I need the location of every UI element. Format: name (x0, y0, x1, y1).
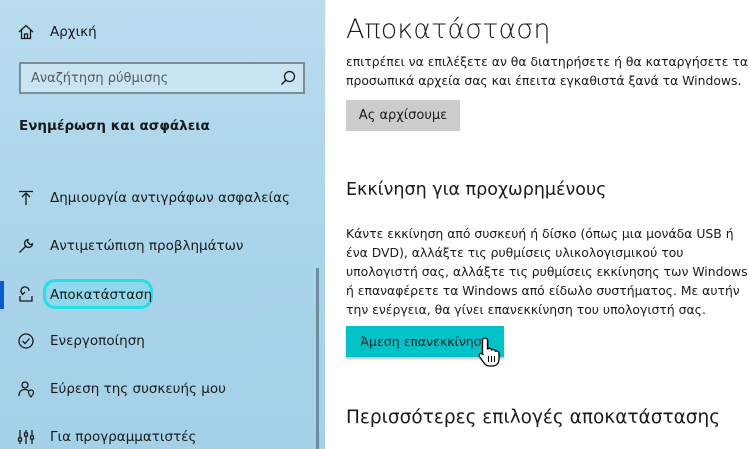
sidebar-item-troubleshoot[interactable]: Αντιμετώπιση προβλημάτων (0, 231, 316, 261)
sidebar-item-label: Δημιουργία αντιγράφων ασφαλείας (50, 190, 290, 206)
search-box (19, 62, 305, 94)
advanced-description-line: την ενέργεια, θα γίνει επανεκκίνηση του … (346, 302, 706, 317)
reset-description-line: επιτρέπει να επιλέξετε αν θα διατηρήσετε… (346, 54, 749, 69)
more-recovery-options-heading[interactable]: Περισσότερες επιλογές αποκατάστασης (346, 407, 720, 428)
sidebar-item-home[interactable]: Αρχική (0, 17, 316, 47)
advanced-description-line: Κάντε εκκίνηση από συσκευή ή δίσκο (όπως… (346, 226, 734, 241)
advanced-startup-heading: Εκκίνηση για προχωρημένους (346, 180, 607, 200)
developer-tools-icon (17, 428, 35, 446)
check-circle-icon (17, 332, 35, 350)
recovery-icon (17, 286, 35, 304)
sidebar-item-label: Για προγραμματιστές (50, 429, 197, 445)
sidebar-item-recovery[interactable]: Αποκατάσταση (0, 280, 316, 310)
sidebar-item-activation[interactable]: Ενεργοποίηση (0, 326, 316, 356)
sidebar-scrollbar[interactable] (316, 268, 319, 449)
advanced-description-line: ένα DVD), αλλάξτε τις ρυθμίσεις υλικολογ… (346, 245, 684, 260)
person-location-icon (17, 380, 35, 398)
home-icon (17, 23, 35, 41)
sidebar-item-find-my-device[interactable]: Εύρεση της συσκευής μου (0, 374, 316, 404)
sidebar-item-label: Αποκατάσταση (50, 287, 153, 303)
search-input[interactable] (21, 69, 273, 87)
get-started-button[interactable]: Ας αρχίσουμε (346, 100, 460, 131)
sidebar-item-backup[interactable]: Δημιουργία αντιγράφων ασφαλείας (0, 183, 316, 213)
search-icon[interactable] (279, 69, 297, 87)
reset-description-line: προσωπικά αρχεία σας και έπειτα εγκαθιστ… (346, 73, 742, 88)
sidebar-item-label: Εύρεση της συσκευής μου (50, 381, 226, 397)
advanced-description-line: ή επαναφέρετε τα Windows από είδωλο συστ… (346, 283, 740, 298)
sidebar-item-developers[interactable]: Για προγραμματιστές (0, 422, 316, 449)
wrench-icon (17, 237, 35, 255)
sidebar-item-label: Αντιμετώπιση προβλημάτων (50, 238, 244, 254)
hand-pointer-cursor-icon (478, 337, 500, 367)
sidebar: Αρχική Ενημέρωση και ασφάλεια Δημιουργία… (0, 0, 325, 449)
advanced-description-line: υπολογιστή σας, αλλάξτε τις ρυθμίσεις εκ… (346, 264, 748, 279)
section-heading: Ενημέρωση και ασφάλεια (19, 118, 210, 134)
backup-arrow-icon (17, 189, 35, 207)
page-title: Αποκατάσταση (346, 14, 551, 45)
sidebar-item-label: Ενεργοποίηση (50, 333, 145, 349)
main-content: Αποκατάσταση επιτρέπει να επιλέξετε αν θ… (325, 0, 750, 449)
sidebar-item-label: Αρχική (50, 24, 97, 40)
